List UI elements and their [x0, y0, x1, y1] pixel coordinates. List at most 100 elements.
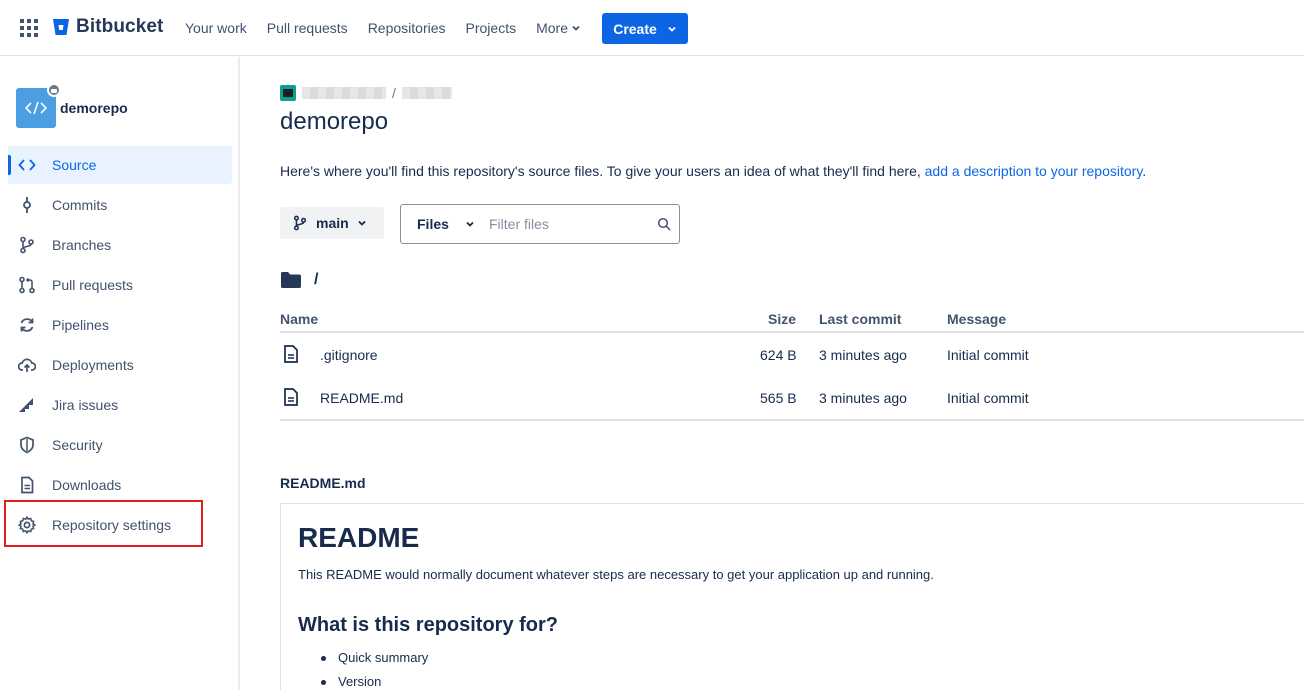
shield-icon	[20, 436, 34, 454]
top-navigation: Bitbucket Your work Pull requests Reposi…	[0, 0, 1304, 56]
branch-name: main	[316, 215, 349, 231]
file-size: 565 B	[760, 390, 797, 406]
chevron-down-icon	[358, 220, 366, 226]
bitbucket-logo-icon	[53, 19, 69, 35]
readme-heading: README	[298, 522, 420, 553]
page-title: demorepo	[280, 108, 389, 135]
file-name[interactable]: .gitignore	[320, 347, 378, 363]
repository-sidebar: demorepo Source Commits Branches Pull re…	[0, 57, 240, 690]
sidebar-item-label: Source	[52, 157, 97, 173]
breadcrumb-workspace[interactable]	[302, 87, 386, 99]
code-icon	[18, 159, 36, 171]
table-divider	[280, 419, 1304, 421]
create-button[interactable]: Create	[602, 13, 688, 44]
header-last-commit[interactable]: Last commit	[819, 311, 901, 327]
sidebar-item-label: Pull requests	[52, 277, 133, 293]
table-header: Name Size Last commit Message	[280, 302, 1304, 333]
table-row[interactable]: .gitignore 624 B 3 minutes ago Initial c…	[280, 333, 1304, 376]
sidebar-item-label: Pipelines	[52, 317, 109, 333]
sidebar-item-deployments[interactable]: Deployments	[8, 346, 232, 384]
file-size: 624 B	[760, 347, 797, 363]
workspace-icon[interactable]	[280, 85, 296, 101]
sidebar-item-label: Deployments	[52, 357, 134, 373]
files-select-label: Files	[417, 216, 449, 232]
files-type-select[interactable]: Files	[417, 216, 475, 232]
add-description-link[interactable]: add a description to your repository	[925, 163, 1143, 179]
search-icon[interactable]	[657, 217, 671, 231]
sidebar-item-label: Downloads	[52, 477, 122, 493]
refresh-icon	[20, 318, 34, 332]
repo-description: Here's where you'll find this repository…	[280, 163, 1146, 179]
file-last-commit: 3 minutes ago	[819, 390, 907, 406]
file-icon	[284, 345, 298, 363]
file-name[interactable]: README.md	[320, 390, 403, 406]
branch-icon	[20, 236, 34, 254]
description-text: Here's where you'll find this repository…	[280, 163, 925, 179]
nav-projects[interactable]: Projects	[466, 20, 517, 36]
description-end: .	[1142, 163, 1147, 179]
sidebar-item-jira-issues[interactable]: Jira issues	[8, 386, 232, 424]
nav-your-work[interactable]: Your work	[185, 20, 247, 36]
brand-name: Bitbucket	[76, 16, 164, 37]
sidebar-item-label: Branches	[52, 237, 112, 253]
lock-icon	[47, 83, 61, 97]
list-item: Quick summary	[321, 650, 428, 674]
header-name[interactable]: Name	[280, 311, 318, 327]
file-table: Name Size Last commit Message .gitignore…	[280, 302, 1304, 419]
file-last-commit: 3 minutes ago	[819, 347, 907, 363]
jira-icon	[19, 398, 33, 412]
readme-label: README.md	[280, 475, 366, 491]
branch-selector[interactable]: main	[280, 207, 384, 239]
chevron-down-icon	[668, 26, 676, 32]
folder-icon	[281, 272, 301, 288]
chevron-down-icon	[466, 221, 474, 227]
file-filter: Files	[400, 204, 680, 244]
repo-name: demorepo	[60, 100, 128, 116]
table-row[interactable]: README.md 565 B 3 minutes ago Initial co…	[280, 376, 1304, 419]
file-icon	[21, 476, 34, 494]
filter-files-input[interactable]	[489, 214, 649, 234]
header-message[interactable]: Message	[947, 311, 1006, 327]
breadcrumb: /	[280, 85, 452, 101]
sidebar-item-source[interactable]: Source	[8, 146, 232, 184]
readme-preview: README This README would normally docume…	[280, 503, 1304, 690]
nav-more[interactable]: More	[536, 20, 581, 36]
code-icon	[25, 101, 47, 115]
readme-paragraph: This README would normally document what…	[298, 567, 934, 582]
sidebar-item-label: Jira issues	[52, 397, 119, 413]
breadcrumb-project[interactable]	[401, 87, 452, 99]
breadcrumb-separator: /	[392, 85, 396, 101]
file-icon	[284, 388, 298, 406]
branch-icon	[293, 215, 307, 231]
nav-links: Your work Pull requests Repositories Pro…	[185, 0, 601, 56]
main-content: / demorepo Here's where you'll find this…	[280, 57, 1304, 690]
sidebar-item-pipelines[interactable]: Pipelines	[8, 306, 232, 344]
sidebar-item-security[interactable]: Security	[8, 426, 232, 464]
create-button-label: Create	[613, 20, 657, 37]
chevron-down-icon	[572, 25, 580, 31]
sidebar-item-commits[interactable]: Commits	[8, 186, 232, 224]
sidebar-item-downloads[interactable]: Downloads	[8, 466, 232, 504]
nav-more-label: More	[536, 20, 568, 36]
path-label: /	[314, 271, 319, 288]
nav-repositories[interactable]: Repositories	[368, 20, 446, 36]
repo-avatar	[16, 83, 61, 128]
nav-pull-requests[interactable]: Pull requests	[267, 20, 348, 36]
highlight-annotation	[4, 500, 203, 547]
header-size[interactable]: Size	[768, 311, 796, 327]
app-switcher-icon[interactable]	[20, 19, 38, 37]
repo-header[interactable]: demorepo	[16, 83, 128, 128]
file-message[interactable]: Initial commit	[947, 347, 1029, 363]
readme-list: Quick summary Version	[321, 650, 428, 690]
file-message[interactable]: Initial commit	[947, 390, 1029, 406]
readme-subheading: What is this repository for?	[298, 614, 559, 636]
sidebar-item-label: Security	[52, 437, 103, 453]
sidebar-item-pull-requests[interactable]: Pull requests	[8, 266, 232, 304]
list-item: Version	[321, 674, 428, 690]
commit-icon	[23, 197, 31, 213]
bitbucket-logo[interactable]: Bitbucket	[52, 16, 163, 38]
sidebar-item-branches[interactable]: Branches	[8, 226, 232, 264]
current-path: /	[280, 271, 318, 289]
cloud-upload-icon	[18, 358, 36, 372]
sidebar-item-label: Commits	[52, 197, 108, 213]
